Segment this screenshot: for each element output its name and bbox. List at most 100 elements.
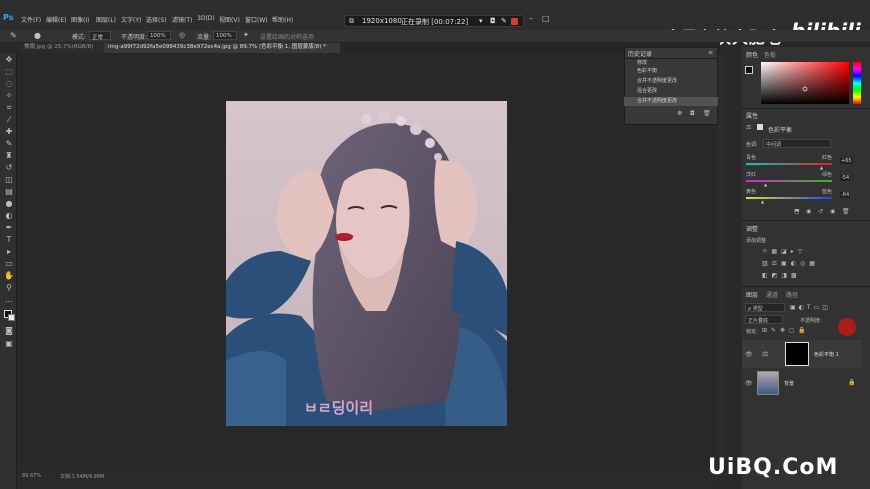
history-item[interactable]: 色彩平衡 [624, 67, 718, 76]
stop-record-button[interactable] [511, 18, 518, 25]
background-color-swatch[interactable] [8, 314, 15, 321]
tab-color[interactable]: 颜色 [746, 50, 758, 59]
tab-layers[interactable]: 图层 [746, 290, 758, 299]
slider-thumb[interactable]: ▲ [764, 182, 767, 187]
menu-layer[interactable]: 图层(L) [96, 15, 116, 24]
slider-thumb[interactable]: ▲ [761, 199, 764, 204]
zoom-tool-icon[interactable]: ⚲ [4, 284, 14, 292]
slider-cyan-red-value[interactable]: +65 [840, 158, 853, 164]
lock-icons[interactable]: ⊞✎✥◻🔒 [762, 327, 810, 334]
shape-tool-icon[interactable]: ▭ [4, 260, 14, 268]
adjustment-icons-row-2[interactable]: ▥⚖▣◐◎▦ [762, 260, 819, 267]
menu-select[interactable]: 选择(S) [146, 15, 167, 24]
eye-icon[interactable]: 👁 [745, 351, 753, 358]
pen-icon[interactable]: ✎ [501, 17, 507, 25]
slider-yellow-blue-value[interactable]: -64 [840, 192, 851, 198]
reset-icon[interactable]: ↺ [818, 208, 823, 215]
type-tool-icon[interactable]: T [4, 236, 14, 244]
more-tools-icon[interactable]: … [4, 296, 14, 304]
menu-view[interactable]: 视图(V) [219, 15, 240, 24]
menu-window[interactable]: 窗口(W) [245, 15, 268, 24]
slider-magenta-green-value[interactable]: -54 [840, 175, 851, 181]
history-item-selected[interactable]: 合并不透明度更改 [624, 97, 718, 106]
lasso-tool-icon[interactable]: ◌ [4, 80, 14, 88]
airbrush-icon[interactable]: ✦ [243, 31, 249, 39]
layer-name[interactable]: 背景 [784, 380, 794, 387]
magic-wand-icon[interactable]: ✧ [4, 92, 14, 100]
slider-thumb[interactable]: ▲ [820, 165, 823, 170]
menu-image[interactable]: 图像(I) [71, 15, 89, 24]
view-previous-icon[interactable]: ◉ [806, 208, 811, 215]
menu-filter[interactable]: 滤镜(T) [172, 15, 192, 24]
tab-swatches[interactable]: 色板 [764, 50, 776, 59]
menu-type[interactable]: 文字(Y) [121, 15, 141, 24]
eye-icon[interactable]: 👁 [745, 380, 753, 387]
delete-icon[interactable]: 🗑 [842, 208, 850, 215]
brush-icon[interactable]: ✎ [4, 140, 14, 148]
zoom-readout[interactable]: 89.67% [22, 473, 41, 479]
quick-mask-icon[interactable]: ◙ [4, 327, 14, 335]
color-picker-field[interactable] [761, 62, 849, 104]
eyedropper-icon[interactable]: ⁄ [4, 116, 14, 124]
record-window-icon[interactable]: ⧉ [349, 17, 354, 26]
tab-document-1[interactable]: 美眼.jpg @ 25.7%(RGB/8) [20, 43, 104, 53]
new-snapshot-icon[interactable]: ☸ [677, 110, 682, 117]
healing-brush-icon[interactable]: ✚ [4, 128, 14, 136]
slider-green-label: 绿色 [822, 172, 833, 178]
marquee-tool-icon[interactable]: ⬚ [4, 68, 14, 76]
mask-icon[interactable] [757, 124, 763, 130]
pressure-opacity-icon[interactable]: ◎ [179, 31, 185, 39]
gradient-icon[interactable]: ▤ [4, 188, 14, 196]
layer-filter-select[interactable]: ρ 类型 [745, 303, 785, 312]
history-brush-icon[interactable]: ↺ [4, 164, 14, 172]
recorder-dropdown-icon[interactable]: ▾ [479, 17, 483, 25]
hand-tool-icon[interactable]: ✋ [4, 272, 14, 280]
screen-mode-icon[interactable]: ▣ [4, 340, 14, 348]
clone-stamp-icon[interactable]: ♜ [4, 152, 14, 160]
menu-3d[interactable]: 3D(D) [197, 15, 215, 22]
fg-color-chip[interactable] [745, 66, 753, 74]
panel-menu-icon[interactable]: ≡ [708, 49, 713, 56]
visibility-icon[interactable]: ◉ [830, 208, 835, 215]
tab-paths[interactable]: 路径 [786, 290, 798, 299]
tab-channels[interactable]: 通道 [766, 290, 778, 299]
document-photo[interactable]: ㅂㄹ딩이리 [226, 101, 507, 426]
camera-icon[interactable]: ◘ [490, 17, 496, 25]
hue-slider[interactable] [853, 62, 861, 104]
layer-filter-icons[interactable]: ▣◐T▭◫ [790, 304, 831, 311]
blur-icon[interactable]: ● [4, 200, 14, 208]
clip-to-layer-icon[interactable]: ⬒ [794, 208, 800, 215]
tone-select[interactable]: 中间调 [763, 139, 831, 148]
brush-tool-icon[interactable]: ✎ [10, 31, 17, 40]
move-tool-icon[interactable]: ✥ [4, 56, 14, 64]
flow-input[interactable]: 100% [213, 31, 237, 40]
yellow-blue-slider[interactable] [746, 197, 832, 199]
vertical-scrollbar[interactable] [718, 53, 724, 468]
adjustment-icons-row-1[interactable]: ☼▦◪▸▽ [762, 248, 806, 255]
menu-edit[interactable]: 编辑(E) [46, 15, 66, 24]
camera-snapshot-icon[interactable]: ◘ [690, 110, 695, 117]
history-item[interactable]: 混合更改 [624, 87, 718, 96]
adjustment-icons-row-3[interactable]: ◧◩◨▩ [762, 272, 801, 279]
dodge-icon[interactable]: ◐ [4, 212, 14, 220]
blend-mode-select[interactable]: 正片叠底 [745, 315, 783, 324]
minimize-icon[interactable]: – [529, 14, 533, 23]
delete-history-icon[interactable]: 🗑 [703, 110, 711, 117]
layer-mask-thumbnail[interactable] [785, 342, 809, 366]
layer-name[interactable]: 色彩平衡 1 [814, 351, 839, 358]
maximize-icon[interactable]: □ [542, 14, 550, 23]
tab-document-2[interactable]: img-a99f72d92fa5e098439c38e972ec4a.jpg @… [104, 43, 340, 53]
magenta-green-slider[interactable] [746, 180, 832, 182]
path-select-icon[interactable]: ▸ [4, 248, 14, 256]
layer-opacity-label: 不透明度: [800, 318, 822, 324]
opacity-input[interactable]: 100% [147, 31, 171, 40]
mode-select[interactable]: 正常 [89, 31, 111, 41]
eraser-icon[interactable]: ◫ [4, 176, 14, 184]
history-item[interactable]: 修改 [624, 60, 718, 66]
crop-tool-icon[interactable]: ⌗ [4, 104, 14, 112]
pen-tool-icon[interactable]: ✒ [4, 224, 14, 232]
brush-preset-icon[interactable]: ● [34, 31, 41, 40]
history-item[interactable]: 合并不透明度更改 [624, 77, 718, 86]
menu-help[interactable]: 帮助(H) [272, 15, 293, 24]
menu-file[interactable]: 文件(F) [21, 15, 41, 24]
